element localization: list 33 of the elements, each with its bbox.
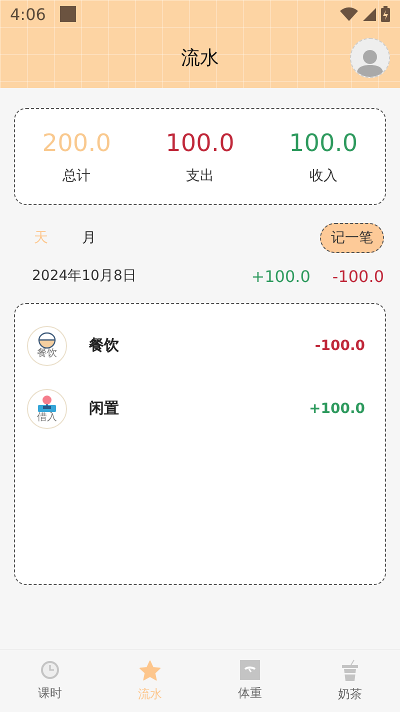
nav-tab[interactable]: 奶茶 bbox=[300, 650, 400, 712]
summary-amount: 100.0 bbox=[166, 128, 234, 156]
badge-label: 借入 bbox=[37, 412, 57, 422]
clock-icon bbox=[40, 660, 60, 680]
summary-amount: 100.0 bbox=[288, 128, 358, 156]
signal-icon bbox=[363, 8, 376, 20]
summary-label: 总计 bbox=[62, 166, 91, 184]
date-label: 2024年10月8日 bbox=[32, 267, 138, 285]
nav-tab[interactable]: 体重 bbox=[200, 650, 300, 712]
badge-label: 餐饮 bbox=[37, 349, 57, 359]
summary-label: 支出 bbox=[186, 166, 214, 184]
page-title: 流水 bbox=[181, 46, 219, 71]
record-amount: +100.0 bbox=[308, 400, 365, 416]
pin-tray-icon bbox=[37, 394, 57, 412]
nav-tab[interactable]: 课时 bbox=[0, 650, 100, 712]
avatar[interactable] bbox=[350, 38, 390, 78]
wifi-icon bbox=[340, 7, 358, 21]
cup-icon bbox=[342, 659, 358, 681]
day-total: +100.0 bbox=[251, 266, 310, 286]
record-amount: -100.0 bbox=[314, 338, 365, 354]
add-record-button[interactable]: 记一笔 bbox=[320, 223, 384, 253]
bun-icon bbox=[37, 332, 57, 349]
star-icon bbox=[139, 660, 161, 680]
notification-icon bbox=[60, 6, 76, 22]
day-total: -100.0 bbox=[332, 266, 384, 286]
battery-icon bbox=[381, 6, 390, 22]
period-tab[interactable]: 月 bbox=[82, 229, 96, 247]
summary-label: 收入 bbox=[309, 166, 338, 184]
scale-icon bbox=[240, 660, 260, 680]
category-name[interactable]: 闲置 bbox=[89, 399, 309, 418]
summary-amount: 200.0 bbox=[42, 128, 112, 156]
status-time: 4:06 bbox=[10, 4, 46, 24]
category-name[interactable]: 餐饮 bbox=[89, 336, 315, 355]
